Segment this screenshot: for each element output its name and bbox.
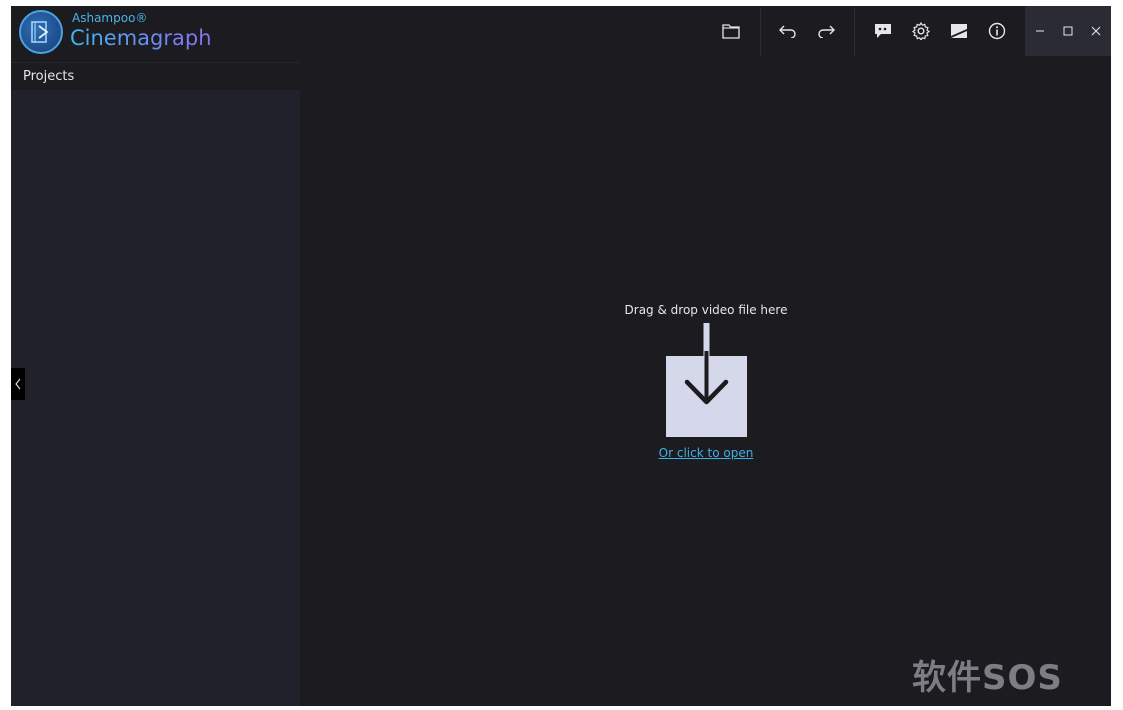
feedback-icon (875, 24, 891, 38)
statistics-button[interactable] (944, 16, 974, 46)
app-logo (19, 10, 63, 54)
settings-icon (912, 22, 930, 40)
dropzone-text: Drag & drop video file here (624, 303, 788, 317)
maximize-button[interactable] (1054, 16, 1082, 46)
redo-icon (818, 25, 835, 38)
close-button[interactable] (1082, 16, 1110, 46)
folder-icon (722, 24, 740, 39)
chevron-left-icon (15, 378, 21, 390)
minimize-icon (1036, 30, 1044, 32)
open-folder-button[interactable] (716, 16, 746, 46)
window-controls (1025, 6, 1111, 56)
feedback-button[interactable] (868, 16, 898, 46)
toolbar-separator (854, 8, 855, 56)
collapse-sidebar-button[interactable] (11, 368, 25, 400)
info-button[interactable] (982, 16, 1012, 46)
watermark: 软件SOS (912, 658, 1063, 698)
app-window: Ashampoo® Cinemagraph Projects Drag & dr… (11, 6, 1111, 706)
redo-button[interactable] (811, 16, 841, 46)
open-file-link[interactable]: Or click to open (611, 446, 801, 460)
undo-button[interactable] (773, 16, 803, 46)
chart-icon (951, 24, 967, 38)
brand-vendor: Ashampoo® (72, 11, 148, 25)
toolbar-separator (760, 8, 761, 56)
settings-button[interactable] (906, 16, 936, 46)
close-icon (1091, 26, 1101, 36)
info-icon (988, 22, 1006, 40)
projects-panel (11, 90, 300, 706)
projects-title: Projects (23, 69, 75, 84)
undo-icon (779, 25, 796, 38)
maximize-icon (1063, 26, 1073, 36)
brand-name: Cinemagraph (70, 26, 212, 50)
projects-header: Projects (11, 62, 300, 91)
download-arrow-icon (684, 323, 729, 405)
title-bar: Ashampoo® Cinemagraph (11, 6, 1111, 61)
minimize-button[interactable] (1026, 16, 1054, 46)
